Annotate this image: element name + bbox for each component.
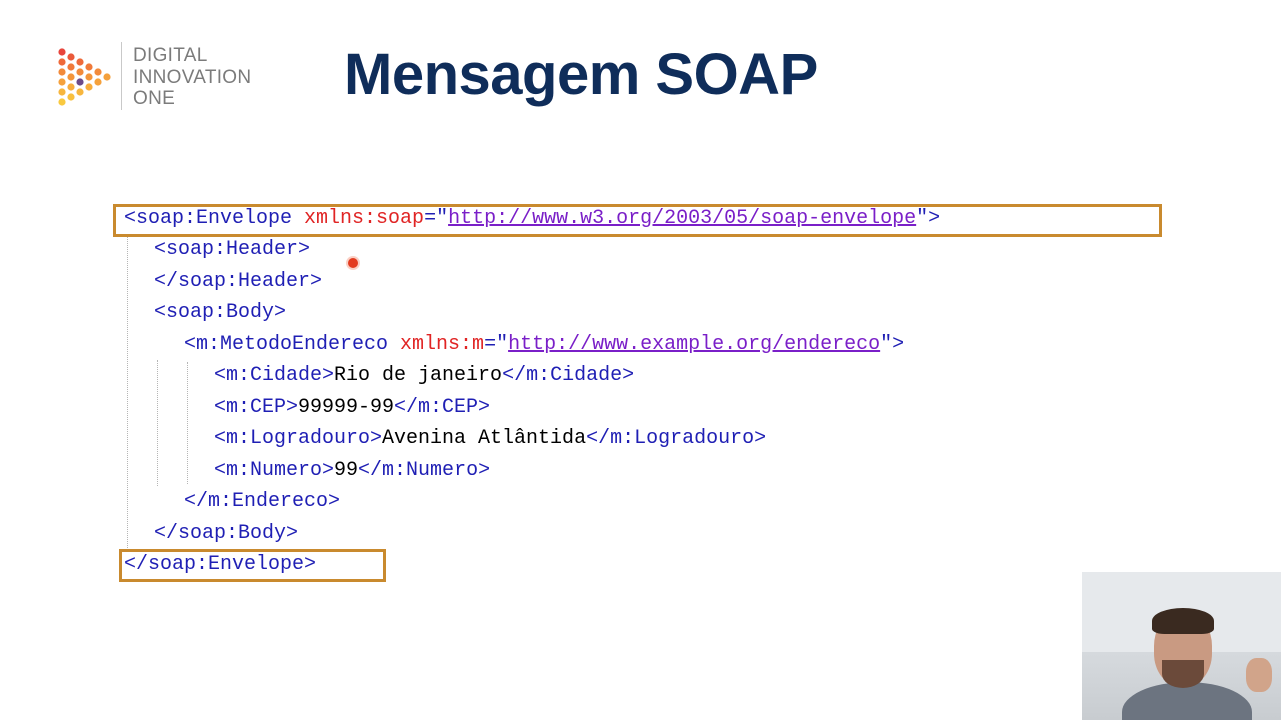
code-token: </soap:Envelope> <box>124 553 317 576</box>
slide: DIGITAL INNOVATION ONE Mensagem SOAP <so… <box>0 0 1281 720</box>
presenter-hair <box>1152 608 1214 634</box>
code-line-cep: <m:CEP>99999-99</m:CEP> <box>214 394 490 422</box>
code-line-endereco-close: </m:Endereco> <box>184 488 340 516</box>
code-line-envelope-open: <soap:Envelope xmlns:soap="http://www.w3… <box>124 205 940 233</box>
code-token: <soap:Envelope <box>124 207 305 230</box>
code-token: </m:Numero> <box>358 459 491 482</box>
code-token: </m:Logradouro> <box>586 427 767 450</box>
code-token: =" <box>484 333 509 356</box>
presenter-beard <box>1162 660 1204 688</box>
laser-pointer-icon <box>348 258 358 268</box>
endereco-namespace-link[interactable]: http://www.example.org/endereco <box>508 333 880 356</box>
code-token: xmlns:m <box>400 333 485 356</box>
code-line-numero: <m:Numero>99</m:Numero> <box>214 457 490 485</box>
indent-guide <box>127 236 128 548</box>
code-line-envelope-close: </soap:Envelope> <box>124 551 316 579</box>
code-token: </m:Endereco> <box>184 490 341 513</box>
code-value: Avenina Atlântida <box>382 427 587 450</box>
code-token: <m:Numero> <box>214 459 335 482</box>
indent-guide <box>157 360 158 486</box>
code-token: <soap:Header> <box>154 238 311 261</box>
indent-guide <box>187 362 188 484</box>
presenter-hand <box>1246 658 1272 692</box>
code-value: Rio de janeiro <box>334 364 503 387</box>
envelope-namespace-link[interactable]: http://www.w3.org/2003/05/soap-envelope <box>448 207 916 230</box>
code-value: 99 <box>334 459 359 482</box>
code-token: xmlns:soap <box>304 207 425 230</box>
code-token: <m:MetodoEndereco <box>184 333 401 356</box>
code-value: 99999-99 <box>298 396 395 419</box>
code-line-body-open: <soap:Body> <box>154 299 286 327</box>
code-line-header-open: <soap:Header> <box>154 236 310 264</box>
presenter-webcam <box>1082 572 1281 720</box>
code-token: </m:Cidade> <box>502 364 635 387</box>
code-token: </soap:Header> <box>154 270 323 293</box>
code-line-logradouro: <m:Logradouro>Avenina Atlântida</m:Logra… <box>214 425 766 453</box>
code-line-cidade: <m:Cidade>Rio de janeiro</m:Cidade> <box>214 362 634 390</box>
code-line-metodo-open: <m:MetodoEndereco xmlns:m="http://www.ex… <box>184 331 904 359</box>
code-token: "> <box>916 207 941 230</box>
code-token: "> <box>880 333 905 356</box>
code-token: <m:Cidade> <box>214 364 335 387</box>
code-line-body-close: </soap:Body> <box>154 520 298 548</box>
code-token: =" <box>424 207 449 230</box>
code-token: <m:CEP> <box>214 396 299 419</box>
code-token: <soap:Body> <box>154 301 287 324</box>
code-token: </soap:Body> <box>154 522 299 545</box>
code-line-header-close: </soap:Header> <box>154 268 322 296</box>
code-token: <m:Logradouro> <box>214 427 383 450</box>
code-token: </m:CEP> <box>394 396 491 419</box>
